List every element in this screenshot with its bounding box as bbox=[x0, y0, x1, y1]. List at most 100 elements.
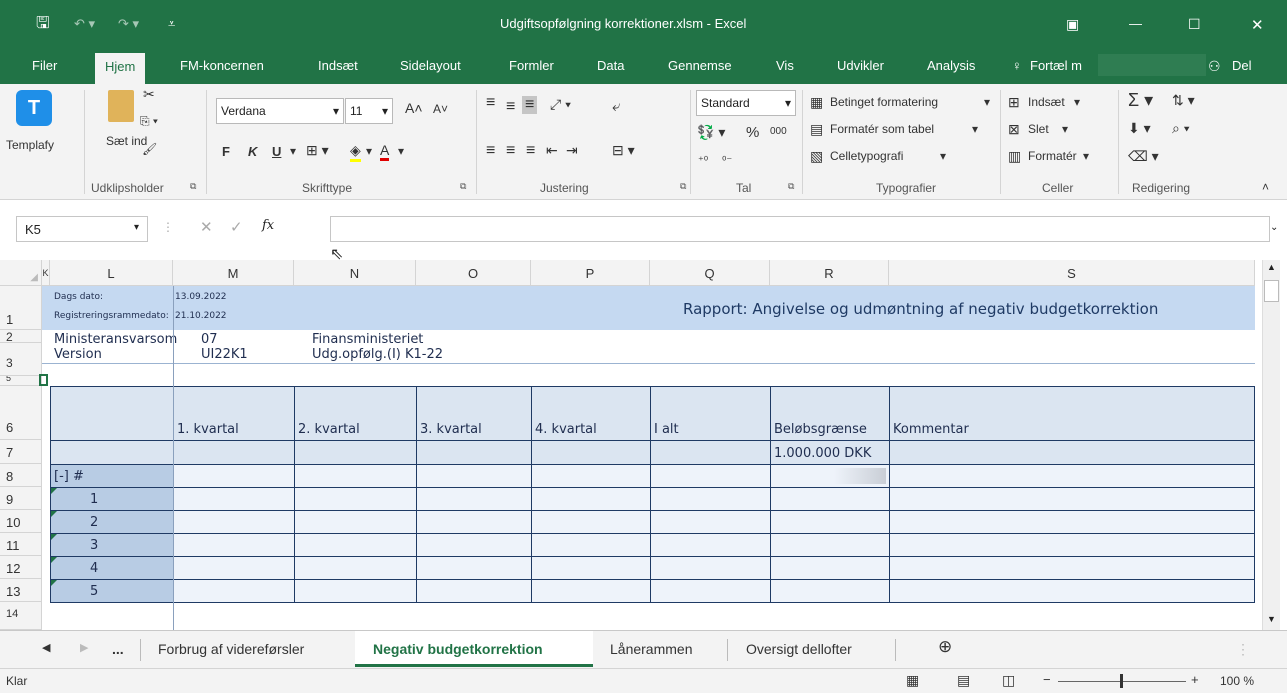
fill-color-dropdown-icon[interactable]: ▾ bbox=[366, 144, 372, 158]
redo-icon[interactable]: ↷ ▾ bbox=[118, 16, 139, 32]
shrink-font-icon[interactable]: A˅ bbox=[433, 102, 448, 116]
comma-button[interactable]: 000 bbox=[770, 126, 787, 137]
vertical-scrollbar[interactable]: ▲ ▼ bbox=[1262, 260, 1280, 630]
increase-decimal-icon[interactable]: ⁺⁰ bbox=[698, 154, 708, 167]
column-header-q[interactable]: Q bbox=[650, 260, 770, 286]
insert-cells-icon[interactable]: ⊞ bbox=[1008, 94, 1020, 111]
sheet-tab-negativ[interactable]: Negativ budgetkorrektion bbox=[373, 641, 543, 657]
ribbon-display-icon[interactable]: ▣ bbox=[1066, 16, 1079, 33]
insert-cells-button[interactable]: Indsæt bbox=[1028, 95, 1065, 109]
add-sheet-icon[interactable]: ⊕ bbox=[938, 637, 952, 657]
zoom-slider-thumb[interactable] bbox=[1120, 674, 1123, 688]
scroll-up-icon[interactable]: ▲ bbox=[1267, 262, 1276, 272]
zoom-in-icon[interactable]: + bbox=[1191, 672, 1199, 687]
row-header-6[interactable]: 6 bbox=[0, 386, 42, 440]
templafy-icon[interactable]: T bbox=[16, 90, 52, 126]
cell-styles-icon[interactable]: ▧ bbox=[810, 148, 823, 165]
format-table-icon[interactable]: ▤ bbox=[810, 121, 823, 138]
minimize-icon[interactable]: — bbox=[1129, 16, 1142, 31]
underline-dropdown-icon[interactable]: ▾ bbox=[290, 144, 296, 158]
tab-indsaet[interactable]: Indsæt bbox=[318, 58, 358, 73]
column-header-m[interactable]: M bbox=[173, 260, 294, 286]
font-color-dropdown-icon[interactable]: ▾ bbox=[398, 144, 404, 158]
format-table-dropdown-icon[interactable]: ▾ bbox=[972, 122, 978, 136]
insert-dropdown-icon[interactable]: ▾ bbox=[1074, 95, 1080, 109]
row-header-9[interactable]: 9 bbox=[0, 487, 42, 510]
autosum-icon[interactable]: Σ ▾ bbox=[1128, 90, 1153, 111]
font-color-icon[interactable]: A bbox=[380, 142, 390, 161]
number-dialog-launcher-icon[interactable]: ⧉ bbox=[788, 181, 794, 192]
more-tabs-button[interactable]: ... bbox=[112, 641, 124, 657]
tab-gennemse[interactable]: Gennemse bbox=[668, 58, 732, 73]
templafy-button[interactable]: Templafy bbox=[6, 138, 54, 152]
normal-view-icon[interactable]: ▦ bbox=[906, 672, 919, 689]
row-header-8[interactable]: 8 bbox=[0, 464, 42, 487]
account-area[interactable] bbox=[1098, 54, 1206, 76]
align-left-icon[interactable]: ≡ bbox=[486, 142, 495, 160]
cancel-icon[interactable]: ✕ bbox=[200, 218, 213, 236]
maximize-icon[interactable]: ☐ bbox=[1188, 16, 1201, 33]
tab-data[interactable]: Data bbox=[597, 58, 624, 73]
currency-icon[interactable]: 💱 ▾ bbox=[697, 124, 725, 141]
align-center-icon[interactable]: ≡ bbox=[506, 142, 515, 160]
row-header-12[interactable]: 12 bbox=[0, 556, 42, 579]
sheet-tab-oversigt[interactable]: Oversigt dellofter bbox=[746, 641, 852, 657]
collapse-ribbon-icon[interactable]: ˄ bbox=[1262, 180, 1269, 194]
paste-icon[interactable] bbox=[108, 90, 134, 122]
formula-input[interactable] bbox=[330, 216, 1270, 242]
row-header-2[interactable]: 2 bbox=[0, 330, 42, 344]
tab-sidelayout[interactable]: Sidelayout bbox=[400, 58, 461, 73]
row-header-13[interactable]: 13 bbox=[0, 579, 42, 602]
tab-hjem[interactable]: Hjem bbox=[95, 53, 146, 84]
row-header-7[interactable]: 7 bbox=[0, 440, 42, 464]
undo-icon[interactable]: ↶ ▾ bbox=[74, 16, 95, 32]
row-header-5[interactable]: 5 bbox=[0, 376, 42, 386]
tab-formler[interactable]: Formler bbox=[509, 58, 554, 73]
page-break-view-icon[interactable]: ◫ bbox=[1002, 672, 1015, 689]
borders-icon[interactable]: ⊞ ▾ bbox=[306, 142, 329, 159]
cell-styles-button[interactable]: Celletypografi bbox=[830, 149, 903, 163]
selected-cell-k5[interactable] bbox=[39, 374, 48, 386]
column-header-o[interactable]: O bbox=[416, 260, 531, 286]
format-dropdown-icon[interactable]: ▾ bbox=[1083, 149, 1089, 163]
orientation-icon[interactable]: ⤢ ▾ bbox=[550, 96, 571, 113]
close-icon[interactable]: ✕ bbox=[1251, 16, 1264, 34]
format-cells-icon[interactable]: ▥ bbox=[1008, 148, 1021, 165]
format-as-table-button[interactable]: Formatér som tabel bbox=[830, 122, 934, 136]
expand-formula-bar-icon[interactable]: ⌄ bbox=[1270, 222, 1278, 233]
zoom-out-icon[interactable]: − bbox=[1043, 672, 1051, 687]
column-header-p[interactable]: P bbox=[531, 260, 650, 286]
tab-udvikler[interactable]: Udvikler bbox=[837, 58, 884, 73]
alignment-dialog-launcher-icon[interactable]: ⧉ bbox=[680, 181, 686, 192]
tab-vis[interactable]: Vis bbox=[776, 58, 794, 73]
tab-prev-icon[interactable]: ◀ bbox=[42, 641, 50, 654]
clear-icon[interactable]: ⌫ ▾ bbox=[1128, 148, 1159, 165]
copy-icon[interactable]: ⎘ ▾ bbox=[140, 114, 158, 129]
increase-indent-icon[interactable]: ⇥ bbox=[566, 142, 578, 159]
tab-filer[interactable]: Filer bbox=[32, 58, 57, 73]
group-toggle[interactable]: [-] # bbox=[54, 469, 84, 484]
format-cells-button[interactable]: Formatér bbox=[1028, 149, 1077, 163]
select-all-corner[interactable]: ◢ bbox=[0, 260, 42, 286]
paste-button[interactable]: Sæt ind bbox=[106, 134, 147, 148]
scroll-down-icon[interactable]: ▼ bbox=[1267, 614, 1276, 624]
tab-fm-koncernen[interactable]: FM-koncernen bbox=[180, 58, 264, 73]
font-dialog-launcher-icon[interactable]: ⧉ bbox=[460, 181, 466, 192]
insert-function-button[interactable]: fx bbox=[262, 218, 274, 233]
enter-icon[interactable]: ✓ bbox=[230, 218, 243, 236]
column-header-l[interactable]: L bbox=[50, 260, 173, 286]
customize-qat-icon[interactable]: ⩡ bbox=[168, 16, 175, 32]
sort-filter-icon[interactable]: ⇅ ▾ bbox=[1172, 92, 1195, 109]
column-header-n[interactable]: N bbox=[294, 260, 416, 286]
percent-button[interactable]: % bbox=[746, 124, 759, 141]
share-button[interactable]: Del bbox=[1232, 58, 1252, 73]
decrease-decimal-icon[interactable]: ⁰⁻ bbox=[722, 154, 732, 167]
sheet-tab-laanerammen[interactable]: Lånerammen bbox=[610, 641, 693, 657]
merge-center-icon[interactable]: ⊟ ▾ bbox=[612, 142, 635, 159]
cell-styles-dropdown-icon[interactable]: ▾ bbox=[940, 149, 946, 163]
row-header-3[interactable]: 3 bbox=[0, 343, 42, 376]
conditional-format-dropdown-icon[interactable]: ▾ bbox=[984, 95, 990, 109]
fill-icon[interactable]: ⬇ ▾ bbox=[1128, 120, 1151, 137]
decrease-indent-icon[interactable]: ⇤ bbox=[546, 142, 558, 159]
align-middle-icon[interactable]: ≡ bbox=[506, 98, 515, 116]
